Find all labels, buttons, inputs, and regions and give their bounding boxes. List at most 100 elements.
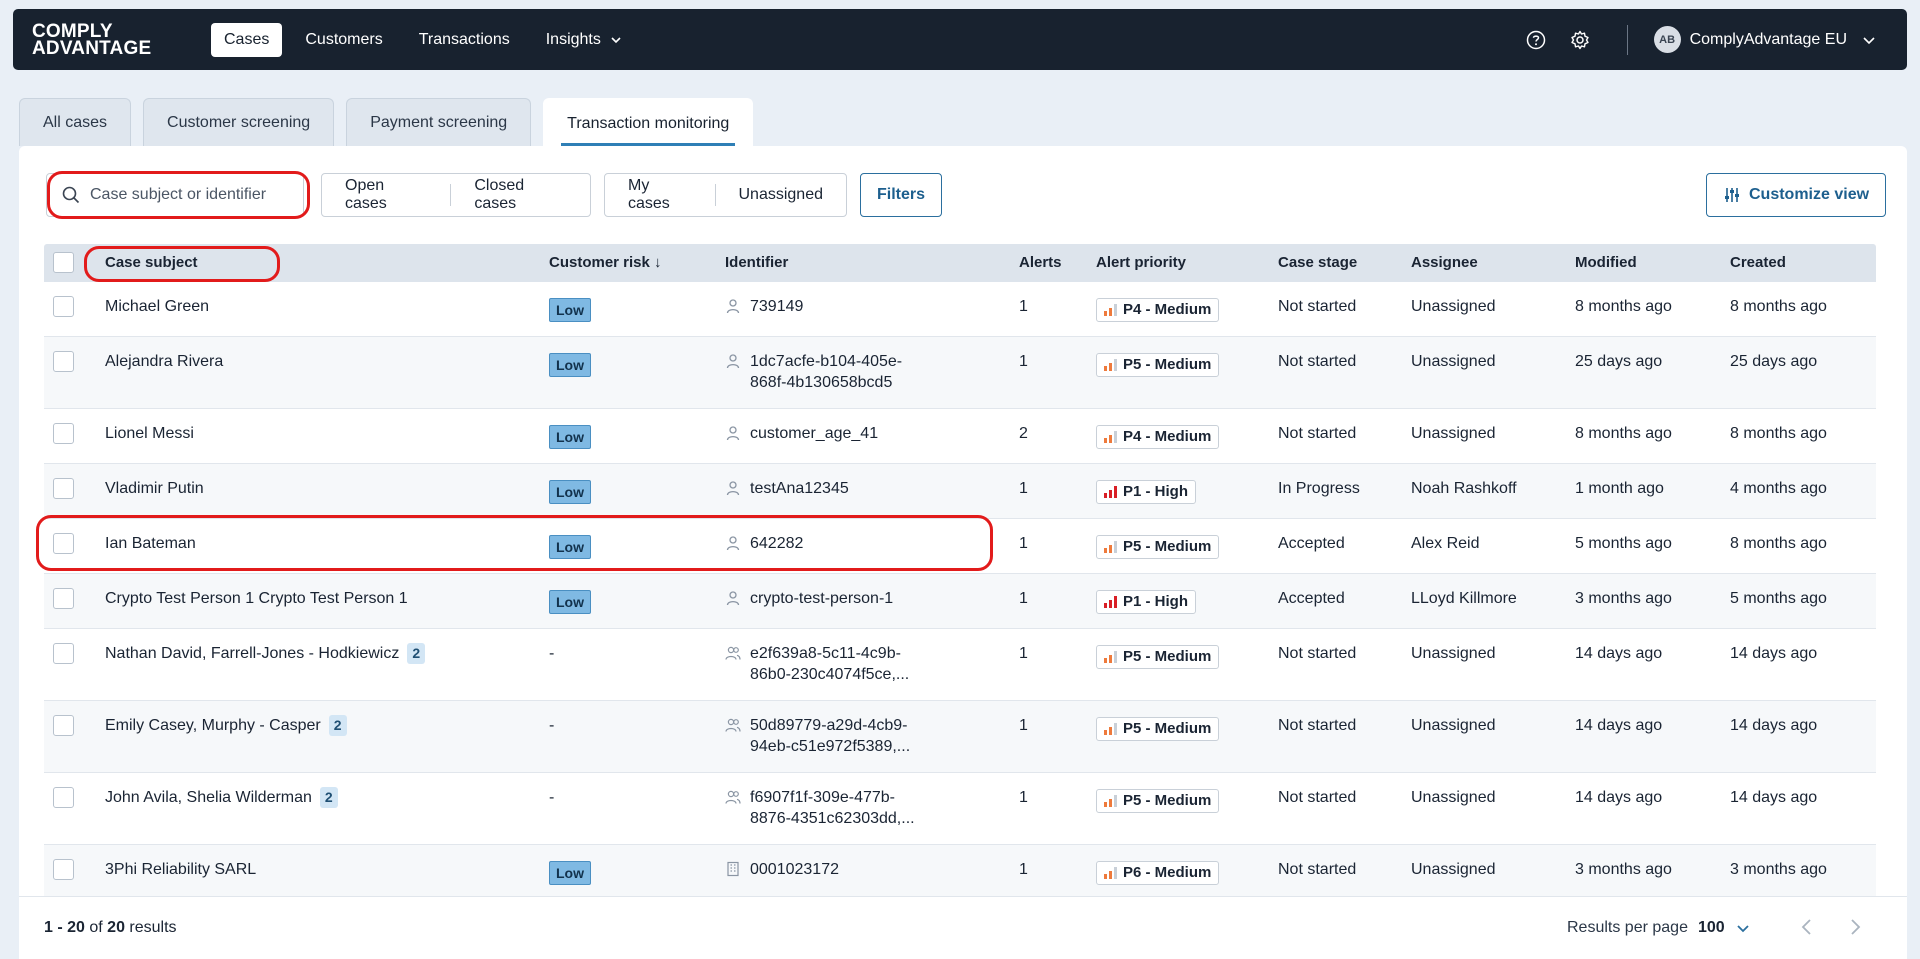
alerts-count: 1 xyxy=(1019,590,1028,607)
alerts-count: 1 xyxy=(1019,861,1028,878)
row-checkbox[interactable] xyxy=(53,787,74,808)
header-alert-priority[interactable]: Alert priority xyxy=(1096,254,1186,271)
table-row[interactable]: Crypto Test Person 1 Crypto Test Person … xyxy=(44,574,1876,629)
risk-badge: Low xyxy=(549,425,591,449)
priority-badge: P5 - Medium xyxy=(1096,535,1220,559)
alert-priority: P1 - High xyxy=(1096,479,1197,504)
modified: 14 days ago xyxy=(1575,789,1663,806)
avatar[interactable]: AB xyxy=(1653,26,1681,53)
person-icon xyxy=(725,480,741,496)
person-icon xyxy=(725,590,741,606)
unassigned-button[interactable]: Unassigned xyxy=(716,174,847,216)
identifier: crypto-test-person-1 xyxy=(725,588,893,609)
table-row[interactable]: Lionel Messi Low customer_age_41 2 P4 - Medi… xyxy=(44,409,1876,464)
assignee: Noah Rashkoff xyxy=(1411,480,1517,497)
header-modified[interactable]: Modified xyxy=(1575,254,1637,271)
table-row[interactable]: Alejandra Rivera Low 1dc7acfe-b104-405e- 86… xyxy=(44,337,1876,409)
my-cases-button[interactable]: My cases xyxy=(605,174,715,216)
subject-count-badge: 2 xyxy=(328,715,347,736)
results-per-page[interactable]: Results per page 100 xyxy=(1567,919,1751,937)
tab-customer-screening[interactable]: Customer screening xyxy=(143,98,335,146)
row-checkbox[interactable] xyxy=(53,296,74,317)
gear-icon[interactable] xyxy=(1569,29,1591,51)
row-checkbox[interactable] xyxy=(53,533,74,554)
select-all-checkbox[interactable] xyxy=(53,252,74,273)
case-subject[interactable]: Crypto Test Person 1 Crypto Test Person … xyxy=(105,588,408,609)
results-per-page-value[interactable]: 100 xyxy=(1698,919,1725,937)
row-checkbox[interactable] xyxy=(53,859,74,880)
identifier: 739149 xyxy=(725,296,803,317)
customize-view-button[interactable]: Customize view xyxy=(1706,173,1887,217)
identifier: customer_age_41 xyxy=(725,423,878,444)
nav-insights[interactable]: Insights xyxy=(533,23,636,57)
row-checkbox[interactable] xyxy=(53,588,74,609)
table-row[interactable]: Emily Casey, Murphy - Casper 2 - 50d89779-a… xyxy=(44,701,1876,773)
priority-badge: P5 - Medium xyxy=(1096,353,1220,377)
filters-button[interactable]: Filters xyxy=(860,173,943,217)
nav-cases[interactable]: Cases xyxy=(211,22,283,57)
chevron-down-icon[interactable] xyxy=(1861,32,1877,48)
case-subject[interactable]: Vladimir Putin xyxy=(105,478,204,499)
header-alerts[interactable]: Alerts xyxy=(1019,254,1062,271)
prev-page-button[interactable] xyxy=(1795,915,1819,939)
assignee: Alex Reid xyxy=(1411,535,1480,552)
search-input[interactable] xyxy=(90,186,280,204)
assignee: LLoyd Killmore xyxy=(1411,590,1517,607)
case-subject[interactable]: John Avila, Shelia Wilderman 2 xyxy=(105,787,338,808)
next-page-button[interactable] xyxy=(1843,915,1867,939)
priority-badge: P5 - Medium xyxy=(1096,645,1220,669)
case-subject[interactable]: Emily Casey, Murphy - Casper 2 xyxy=(105,715,347,736)
row-checkbox[interactable] xyxy=(53,643,74,664)
assignee: Unassigned xyxy=(1411,861,1496,878)
case-subject[interactable]: Ian Bateman xyxy=(105,533,196,554)
case-subject[interactable]: Michael Green xyxy=(105,296,209,317)
table-footer: 1 - 20 of 20 results Results per page 10… xyxy=(19,896,1907,959)
case-stage: Not started xyxy=(1278,861,1357,878)
customer-risk: - xyxy=(549,787,554,808)
case-subject[interactable]: Nathan David, Farrell-Jones - Hodkiewicz… xyxy=(105,643,426,664)
table-row[interactable]: Nathan David, Farrell-Jones - Hodkiewicz… xyxy=(44,629,1876,701)
row-checkbox[interactable] xyxy=(53,478,74,499)
nav-transactions[interactable]: Transactions xyxy=(406,23,523,57)
tab-transaction-monitoring[interactable]: Transaction monitoring xyxy=(543,98,754,148)
search-box[interactable] xyxy=(46,173,304,217)
logo[interactable]: COMPLY ADVANTAGE xyxy=(32,22,192,58)
org-name[interactable]: ComplyAdvantage EU xyxy=(1690,31,1847,49)
open-cases-button[interactable]: Open cases xyxy=(322,174,450,216)
modified: 3 months ago xyxy=(1575,590,1672,607)
customer-risk: Low xyxy=(549,589,591,614)
case-subject[interactable]: 3Phi Reliability SARL xyxy=(105,859,256,880)
created: 5 months ago xyxy=(1730,590,1827,607)
row-checkbox[interactable] xyxy=(53,715,74,736)
header-case-stage[interactable]: Case stage xyxy=(1278,254,1357,271)
header-assignee[interactable]: Assignee xyxy=(1411,254,1478,271)
case-subject[interactable]: Lionel Messi xyxy=(105,423,194,444)
alert-priority: P4 - Medium xyxy=(1096,297,1220,322)
help-icon[interactable] xyxy=(1525,29,1547,51)
header-customer-risk[interactable]: Customer risk ↓ xyxy=(549,254,662,271)
chevron-down-icon xyxy=(611,36,621,43)
row-checkbox[interactable] xyxy=(53,351,74,372)
chevron-down-icon[interactable] xyxy=(1735,920,1751,936)
header-identifier[interactable]: Identifier xyxy=(725,254,788,271)
header-created[interactable]: Created xyxy=(1730,254,1786,271)
group-icon xyxy=(725,789,741,805)
table-row[interactable]: Vladimir Putin Low testAna12345 1 P1 - High I… xyxy=(44,464,1876,519)
risk-badge: Low xyxy=(549,535,591,559)
table-row[interactable]: Michael Green Low 739149 1 P4 - Medium Not st… xyxy=(44,282,1876,337)
closed-cases-button[interactable]: Closed cases xyxy=(451,174,590,216)
row-checkbox[interactable] xyxy=(53,423,74,444)
tab-payment-screening[interactable]: Payment screening xyxy=(346,98,532,146)
subject-count-badge: 2 xyxy=(319,787,338,808)
table-row[interactable]: John Avila, Shelia Wilderman 2 - f6907f1f-3… xyxy=(44,773,1876,845)
table-row[interactable]: 3Phi Reliability SARL Low 0001023172 1 P6 - … xyxy=(44,845,1876,900)
customer-risk-empty: - xyxy=(549,717,555,734)
alerts-count: 1 xyxy=(1019,717,1028,734)
company-icon xyxy=(725,861,741,877)
tab-all-cases[interactable]: All cases xyxy=(19,98,132,146)
created: 4 months ago xyxy=(1730,480,1827,497)
case-subject[interactable]: Alejandra Rivera xyxy=(105,351,223,372)
nav-customers[interactable]: Customers xyxy=(292,23,395,57)
table-row[interactable]: Ian Bateman Low 642282 1 P5 - Medium Accepted… xyxy=(44,519,1876,574)
header-case-subject[interactable]: Case subject xyxy=(105,254,198,271)
